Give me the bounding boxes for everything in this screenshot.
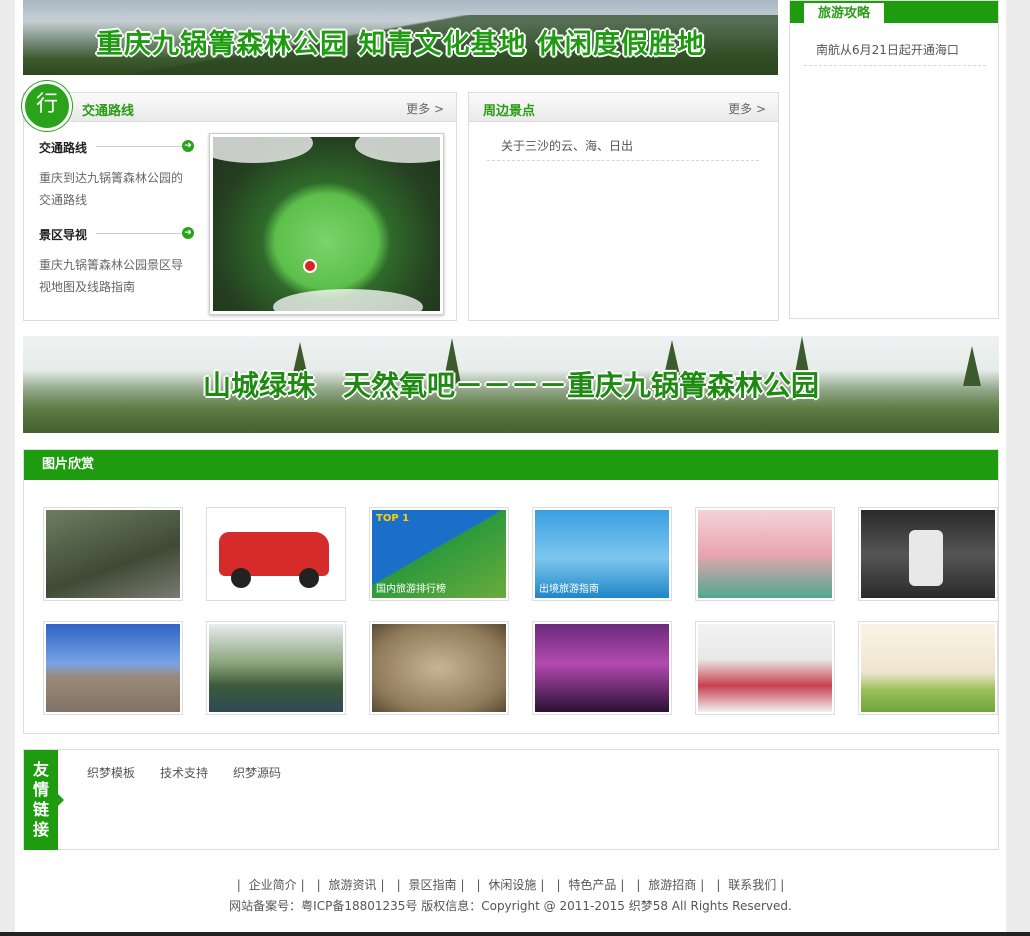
traffic-more-link[interactable]: 更多 > <box>406 100 444 117</box>
footer-copyright: 网站备案号：粤ICP备18801235号 版权信息：Copyright @ 20… <box>229 899 792 913</box>
divider <box>487 160 759 161</box>
chongqing-map-image[interactable] <box>209 133 444 315</box>
nearby-item[interactable]: 关于三沙的云、海、日出 <box>501 137 633 154</box>
footer-link[interactable]: 景区指南 <box>408 878 456 892</box>
divider <box>96 233 184 234</box>
footer-link[interactable]: 休闲设施 <box>488 878 536 892</box>
gallery-thumb-cosplay[interactable] <box>695 507 835 601</box>
divider <box>804 65 986 66</box>
photo <box>698 510 832 598</box>
chef-shape <box>909 530 943 586</box>
gallery-thumb-chef[interactable] <box>858 507 998 601</box>
caption: 出境旅游指南 <box>539 584 599 595</box>
mid-banner-text: 山城绿珠 天然氧吧－－－－重庆九锅箐森林公园 <box>202 369 819 402</box>
footer-nav: | 企业简介 | | 旅游资讯 | | 景区指南 | | 休闲设施 | | 特色产品 | … <box>236 878 785 892</box>
traffic-title: 交通路线 <box>82 104 135 119</box>
gallery-thumb-eiffel-couple[interactable] <box>858 621 998 715</box>
route-desc-line1[interactable]: 重庆到达九锅箐森林公园的 <box>39 167 183 189</box>
guide-map-desc-line1[interactable]: 重庆九锅箐森林公园景区导 <box>39 254 183 276</box>
photo <box>372 624 506 712</box>
photo <box>861 624 995 712</box>
friend-links-panel: 友 情 链 接 织梦模板 技术支持 织梦源码 <box>23 749 999 850</box>
location-pin-icon <box>303 259 317 273</box>
gallery-thumb-outbound-guide[interactable]: 出境旅游指南 <box>532 507 672 601</box>
footer-link[interactable]: 旅游招商 <box>648 878 696 892</box>
photo <box>46 510 180 598</box>
photo: TOP 1 国内旅游排行榜 <box>372 510 506 598</box>
gallery-title: 图片欣赏 <box>24 450 998 480</box>
friend-links-badge: 友 情 链 接 <box>24 750 64 850</box>
cloud-shape <box>273 289 423 311</box>
footer-link[interactable]: 企业简介 <box>249 878 297 892</box>
map-image-content <box>213 137 440 311</box>
cloud-shape <box>213 137 313 163</box>
guide-item[interactable]: 南航从6月21日起开通海口 <box>816 41 959 58</box>
arrow-right-icon[interactable]: ➜ <box>182 227 194 239</box>
route-desc-line2[interactable]: 交通路线 <box>39 189 87 211</box>
friend-link[interactable]: 技术支持 <box>160 764 208 781</box>
nearby-more-link[interactable]: 更多 > <box>728 100 766 117</box>
gallery-thumb-stage-event[interactable] <box>532 621 672 715</box>
wheel-shape <box>299 568 319 588</box>
gallery-thumb-crowd[interactable] <box>43 621 183 715</box>
badge-char: 链 <box>32 800 49 819</box>
guide-map-desc-line2[interactable]: 视地图及线路指南 <box>39 276 135 298</box>
xing-badge-icon: 行 <box>22 81 72 131</box>
top-banner: 重庆九锅箐森林公园 知青文化基地 休闲度假胜地 <box>23 0 778 75</box>
photo <box>698 624 832 712</box>
gallery-thumb-sand-heart[interactable] <box>369 621 509 715</box>
divider <box>96 146 184 147</box>
gallery-thumb-red-car[interactable] <box>206 507 346 601</box>
friend-link[interactable]: 织梦模板 <box>87 764 135 781</box>
guide-tab-bar: 旅游攻略 <box>790 1 998 23</box>
gallery-thumb-models[interactable] <box>695 621 835 715</box>
guide-tab[interactable]: 旅游攻略 <box>804 3 884 23</box>
traffic-panel: 行 交通路线 更多 > 交通路线 ➜ 重庆到达九锅箐森林公园的 交通路线 景区导… <box>22 81 457 321</box>
caption: 国内旅游排行榜 <box>376 584 446 595</box>
top-label: TOP 1 <box>376 513 410 524</box>
photo: 出境旅游指南 <box>535 510 669 598</box>
gallery-thumb-garden[interactable] <box>206 621 346 715</box>
guide-panel: 旅游攻略 南航从6月21日起开通海口 <box>789 0 999 319</box>
top-banner-text: 重庆九锅箐森林公园 知青文化基地 休闲度假胜地 <box>96 29 705 60</box>
nearby-panel: 周边景点 更多 > 关于三沙的云、海、日出 <box>468 92 779 321</box>
footer-link[interactable]: 联系我们 <box>728 878 776 892</box>
footer-link[interactable]: 旅游资讯 <box>329 878 377 892</box>
badge-char: 情 <box>32 780 49 799</box>
guide-map-subtitle[interactable]: 景区导视 <box>39 226 87 243</box>
badge-char: 接 <box>32 820 49 839</box>
footer-link[interactable]: 特色产品 <box>568 878 616 892</box>
gallery-panel: 图片欣赏 TOP 1 国内旅游排行榜 出境旅游指南 <box>23 449 999 734</box>
gallery-thumb-domestic-ranking[interactable]: TOP 1 国内旅游排行榜 <box>369 507 509 601</box>
friend-link[interactable]: 织梦源码 <box>233 764 281 781</box>
wheel-shape <box>231 568 251 588</box>
photo <box>535 624 669 712</box>
horizontal-scrollbar[interactable] <box>0 932 1030 936</box>
page: 重庆九锅箐森林公园 知青文化基地 休闲度假胜地 行 交通路线 更多 > 交通路线… <box>15 0 1006 936</box>
badge-char: 友 <box>32 760 49 779</box>
photo <box>861 510 995 598</box>
mid-banner: 山城绿珠 天然氧吧－－－－重庆九锅箐森林公园 <box>23 336 999 433</box>
photo <box>209 624 343 712</box>
photo <box>46 624 180 712</box>
gallery-thumb-ruins[interactable] <box>43 507 183 601</box>
route-subtitle[interactable]: 交通路线 <box>39 139 87 156</box>
photo <box>209 510 343 598</box>
arrow-right-icon[interactable]: ➜ <box>182 140 194 152</box>
cloud-shape <box>355 137 440 163</box>
nearby-title: 周边景点 <box>483 104 536 119</box>
